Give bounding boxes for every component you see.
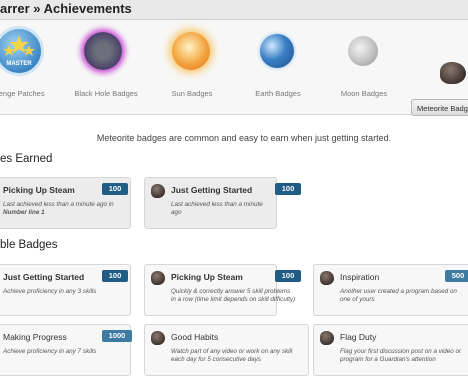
badge-points: 1000 bbox=[102, 330, 132, 342]
meteorite-icon bbox=[151, 184, 165, 198]
meteorite-icon bbox=[151, 331, 165, 345]
badge-description: Last achieved less than a minute ago bbox=[171, 201, 263, 216]
badge-name: Picking Up Steam bbox=[171, 272, 243, 282]
badge-name: Just Getting Started bbox=[3, 272, 85, 282]
earth-icon bbox=[260, 34, 294, 68]
badge-description: Achieve proficiency in any 3 skills bbox=[3, 288, 97, 295]
badge-description: Achieve proficiency in any 7 skills bbox=[3, 348, 97, 355]
badge-category-strip: MASTER llenge Patches Black Hole Badges … bbox=[0, 20, 468, 115]
master-text: MASTER bbox=[6, 61, 32, 67]
moon-icon bbox=[348, 36, 378, 66]
challenge-patch-icon: MASTER bbox=[0, 26, 44, 76]
badge-name: Flag Duty bbox=[340, 332, 377, 342]
category-description: Meteorite badges are common and easy to … bbox=[96, 133, 392, 143]
badge-description: Quickly & correctly answer 5 skill probl… bbox=[171, 288, 296, 303]
available-badge-card[interactable]: Just Getting Started 100 Achieve profici… bbox=[0, 264, 131, 316]
meteorite-icon bbox=[320, 271, 334, 285]
badge-points: 500 bbox=[445, 270, 468, 282]
available-badge-card[interactable]: Inspiration 500 Another user created a p… bbox=[313, 264, 468, 316]
meteorite-icon[interactable] bbox=[440, 62, 466, 84]
sun-icon bbox=[172, 32, 210, 70]
available-badge-card[interactable]: Making Progress 1000 Achieve proficiency… bbox=[0, 324, 132, 376]
breadcrumb: arrer » Achievements bbox=[0, 1, 132, 16]
badge-points: 100 bbox=[275, 183, 301, 195]
available-badge-card[interactable]: Good Habits Watch part of any video or w… bbox=[144, 324, 309, 376]
section-badges-earned: es Earned bbox=[0, 153, 53, 165]
earned-badge-card[interactable]: Picking Up Steam 100 Last achieved less … bbox=[0, 177, 131, 229]
badge-points: 100 bbox=[275, 270, 301, 282]
badge-name: Inspiration bbox=[340, 272, 380, 282]
badge-points: 100 bbox=[102, 270, 128, 282]
category-label: Black Hole Badges bbox=[74, 89, 138, 98]
badge-name: Picking Up Steam bbox=[3, 185, 75, 195]
page-header: arrer » Achievements bbox=[0, 0, 468, 20]
badge-description: Flag your first discussion post on a vid… bbox=[340, 348, 462, 363]
available-badge-card[interactable]: Picking Up Steam 100 Quickly & correctly… bbox=[144, 264, 301, 316]
meteorite-icon bbox=[320, 331, 334, 345]
badge-description: Last achieved less than a minute ago in … bbox=[3, 201, 114, 216]
badge-name: Making Progress bbox=[3, 332, 67, 342]
tab-meteorite-badges[interactable]: Meteorite Badg bbox=[411, 99, 468, 116]
category-label: Moon Badges bbox=[340, 89, 388, 98]
badge-name: Just Getting Started bbox=[171, 185, 253, 195]
category-label: Earth Badges bbox=[255, 89, 301, 98]
badge-points: 100 bbox=[102, 183, 128, 195]
black-hole-icon bbox=[84, 32, 122, 70]
category-label: Sun Badges bbox=[171, 89, 213, 98]
badge-name: Good Habits bbox=[171, 332, 219, 342]
section-available-badges: ble Badges bbox=[0, 239, 58, 251]
badge-description: Watch part of any video or work on any s… bbox=[171, 348, 293, 363]
earned-badge-card[interactable]: Just Getting Started 100 Last achieved l… bbox=[144, 177, 301, 229]
available-badge-card[interactable]: Flag Duty Flag your first discussion pos… bbox=[313, 324, 468, 376]
badge-description: Another user created a program based on … bbox=[340, 288, 457, 303]
meteorite-icon bbox=[151, 271, 165, 285]
